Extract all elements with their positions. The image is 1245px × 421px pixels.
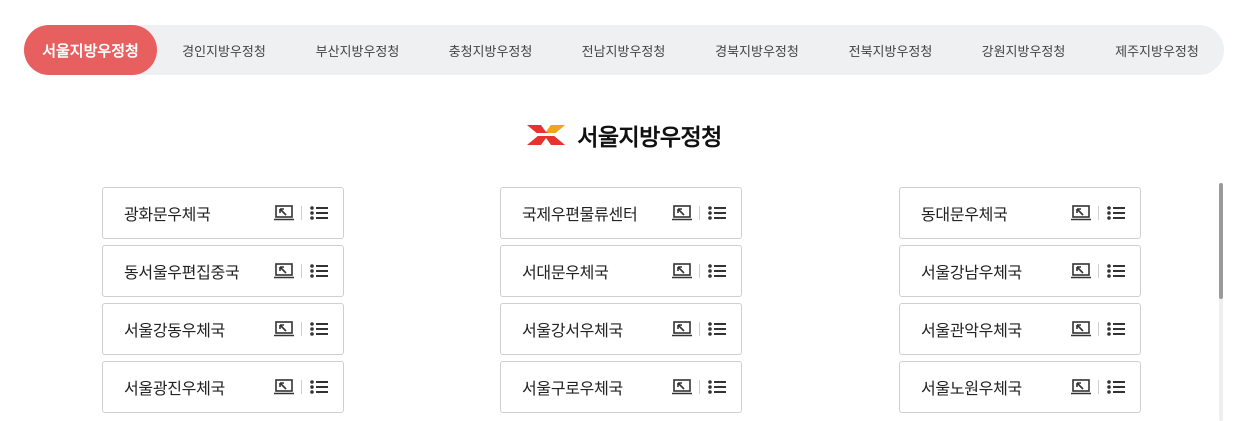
office-actions	[1070, 319, 1140, 339]
list-icon[interactable]	[706, 319, 728, 339]
office-card[interactable]: 서대문우체국	[500, 245, 742, 297]
office-card[interactable]: 서울강서우체국	[500, 303, 742, 355]
list-icon[interactable]	[706, 377, 728, 397]
divider	[301, 322, 302, 336]
office-card[interactable]: 서울강동우체국	[102, 303, 344, 355]
map-icon[interactable]	[671, 319, 693, 339]
list-icon[interactable]	[308, 261, 330, 281]
office-name[interactable]: 서울강서우체국	[522, 317, 671, 341]
office-name[interactable]: 서울강남우체국	[921, 259, 1070, 283]
office-actions	[273, 203, 343, 223]
map-icon[interactable]	[671, 261, 693, 281]
divider	[699, 264, 700, 278]
office-card[interactable]: 서울광진우체국	[102, 361, 344, 413]
office-name[interactable]: 서울노원우체국	[921, 375, 1070, 399]
office-actions	[273, 377, 343, 397]
list-icon[interactable]	[1105, 203, 1127, 223]
map-icon[interactable]	[273, 377, 295, 397]
office-name[interactable]: 광화문우체국	[124, 201, 273, 225]
divider	[699, 322, 700, 336]
office-actions	[671, 203, 741, 223]
list-icon[interactable]	[706, 203, 728, 223]
map-icon[interactable]	[273, 319, 295, 339]
divider	[301, 380, 302, 394]
divider	[699, 206, 700, 220]
office-actions	[671, 319, 741, 339]
list-icon[interactable]	[1105, 377, 1127, 397]
office-card[interactable]: 서울강남우체국	[899, 245, 1141, 297]
divider	[1098, 322, 1099, 336]
map-icon[interactable]	[273, 261, 295, 281]
list-icon[interactable]	[308, 319, 330, 339]
office-card[interactable]: 서울구로우체국	[500, 361, 742, 413]
office-actions	[671, 377, 741, 397]
office-name[interactable]: 동대문우체국	[921, 201, 1070, 225]
office-card[interactable]: 국제우편물류센터	[500, 187, 742, 239]
office-name[interactable]: 서울구로우체국	[522, 375, 671, 399]
office-name[interactable]: 서대문우체국	[522, 259, 671, 283]
list-icon[interactable]	[706, 261, 728, 281]
map-icon[interactable]	[273, 203, 295, 223]
office-actions	[671, 261, 741, 281]
office-card[interactable]: 동대문우체국	[899, 187, 1141, 239]
office-name[interactable]: 서울강동우체국	[124, 317, 273, 341]
scrollbar-thumb[interactable]	[1219, 183, 1223, 299]
map-icon[interactable]	[1070, 203, 1092, 223]
divider	[1098, 206, 1099, 220]
office-actions	[1070, 261, 1140, 281]
office-name[interactable]: 동서울우편집중국	[124, 259, 273, 283]
divider	[1098, 264, 1099, 278]
divider	[699, 380, 700, 394]
office-name[interactable]: 서울광진우체국	[124, 375, 273, 399]
office-actions	[1070, 203, 1140, 223]
list-icon[interactable]	[1105, 319, 1127, 339]
office-grid: 광화문우체국 국제우편물류센터 동대문우체국동서울우편집중국 서대문우체국 서울강남우체…	[0, 0, 1245, 421]
map-icon[interactable]	[1070, 261, 1092, 281]
divider	[1098, 380, 1099, 394]
map-icon[interactable]	[671, 377, 693, 397]
list-icon[interactable]	[308, 203, 330, 223]
list-icon[interactable]	[308, 377, 330, 397]
map-icon[interactable]	[671, 203, 693, 223]
office-actions	[273, 319, 343, 339]
office-name[interactable]: 국제우편물류센터	[522, 201, 671, 225]
office-card[interactable]: 동서울우편집중국	[102, 245, 344, 297]
divider	[301, 206, 302, 220]
office-card[interactable]: 서울노원우체국	[899, 361, 1141, 413]
office-card[interactable]: 광화문우체국	[102, 187, 344, 239]
office-actions	[273, 261, 343, 281]
office-name[interactable]: 서울관악우체국	[921, 317, 1070, 341]
list-icon[interactable]	[1105, 261, 1127, 281]
office-actions	[1070, 377, 1140, 397]
office-card[interactable]: 서울관악우체국	[899, 303, 1141, 355]
map-icon[interactable]	[1070, 377, 1092, 397]
divider	[301, 264, 302, 278]
map-icon[interactable]	[1070, 319, 1092, 339]
